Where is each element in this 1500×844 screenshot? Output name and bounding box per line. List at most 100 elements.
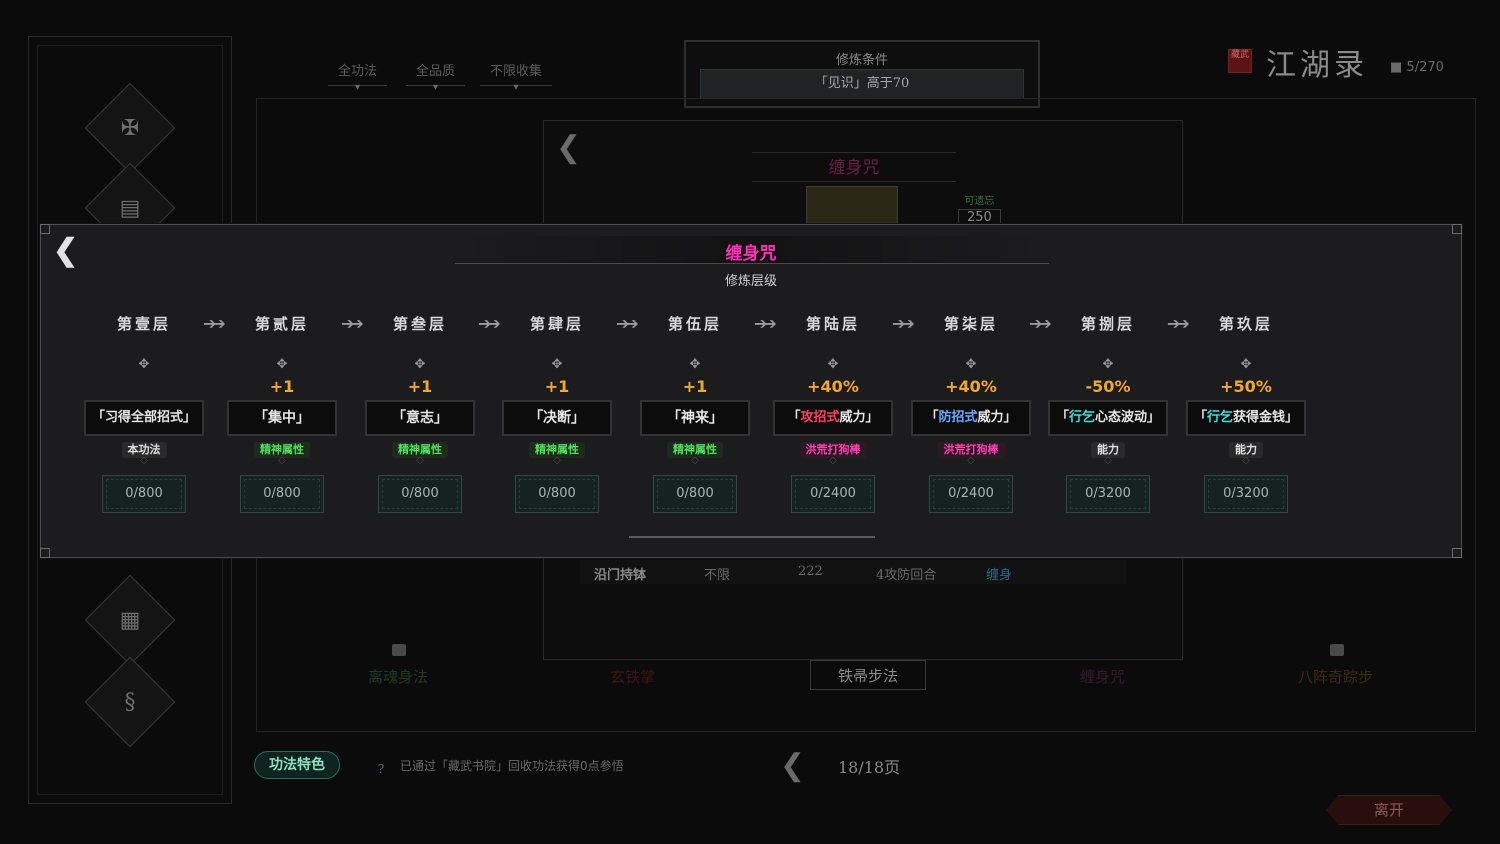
layer-effect[interactable]: 「行乞心态波动」 <box>1048 400 1168 436</box>
page-title: 江湖录 <box>1266 48 1368 83</box>
gem-icon: ✥ <box>965 357 977 372</box>
layer-name: 第捌层 <box>1048 313 1168 334</box>
filter-technique[interactable]: 全功法 <box>328 60 388 86</box>
filter-quality[interactable]: 全品质 <box>406 60 466 86</box>
gem-icon: ✥ <box>827 357 839 372</box>
diamond-icon: ◇ <box>278 455 286 466</box>
diamond-icon: ◇ <box>140 455 148 466</box>
layer-column: 第叁层 ✥ +1 「意志」 精神属性 ◇ 0/800 <box>360 297 480 517</box>
double-arrow-icon: ➔➔ <box>203 314 226 333</box>
book-tab-2[interactable]: 铁帚步法 <box>810 660 926 690</box>
gem-icon: ✥ <box>551 357 563 372</box>
double-arrow-icon: ➔➔ <box>1029 314 1052 333</box>
layer-effect[interactable]: 「习得全部招式」 <box>84 400 204 436</box>
gem-icon: ✥ <box>1102 357 1114 372</box>
layer-bonus: +40% <box>807 377 859 396</box>
book-tab-0[interactable]: 离魂身法 <box>368 666 428 687</box>
layer-column: 第捌层 ✥ -50% 「行乞心态波动」 能力 ◇ 0/3200 <box>1048 297 1168 517</box>
effect-prefix: 「 <box>1055 410 1069 425</box>
filter-collection[interactable]: 不限收集 <box>480 60 553 86</box>
condition-title: 修炼条件 <box>835 53 888 68</box>
forget-label: 可遗忘 <box>964 196 995 207</box>
move-row: 沿门持钵 不限 222 4攻防回合 缠身 <box>580 560 1126 584</box>
move-cost: 222 <box>798 564 823 579</box>
layer-bonus: +1 <box>407 377 433 396</box>
move-effect: 缠身 <box>986 568 1013 583</box>
help-icon[interactable]: ? <box>372 762 390 786</box>
diamond-icon: ◇ <box>967 455 975 466</box>
leave-button[interactable]: 离开 <box>1326 795 1452 825</box>
corner-ornament <box>40 548 50 558</box>
move-duration: 4攻防回合 <box>876 568 937 583</box>
gem-icon: ✥ <box>1240 357 1252 372</box>
layer-column: 第壹层 ✥ 「习得全部招式」 本功法 ◇ 0/800 <box>84 297 204 517</box>
layer-name: 第陆层 <box>773 313 893 334</box>
page-indicator: 18/18页 <box>838 758 901 777</box>
double-arrow-icon: ➔➔ <box>754 314 777 333</box>
layer-name: 第肆层 <box>497 313 617 334</box>
lock-icon <box>1330 644 1344 656</box>
effect-suffix: 威力」 <box>839 410 879 425</box>
layer-effect[interactable]: 「防招式威力」 <box>911 400 1031 436</box>
layer-progress: 0/3200 <box>1204 475 1288 513</box>
snake-icon: § <box>124 689 136 715</box>
scroll-indicator[interactable] <box>629 536 875 538</box>
book-image <box>806 186 898 224</box>
layer-effect[interactable]: 「决断」 <box>502 400 612 436</box>
effect-keyword: 行乞 <box>1206 410 1233 425</box>
layer-progress: 0/800 <box>378 475 462 513</box>
layer-effect[interactable]: 「集中」 <box>227 400 337 436</box>
layer-progress: 0/2400 <box>791 475 875 513</box>
effect-prefix: 「 <box>1193 410 1207 425</box>
move-limit: 不限 <box>704 568 731 583</box>
corner-ornament <box>40 224 50 234</box>
effect-suffix: 心态波动」 <box>1095 410 1161 425</box>
layer-bonus: +1 <box>682 377 708 396</box>
condition-value: 「见识」高于70 <box>700 69 1024 99</box>
gem-icon: ✥ <box>689 357 701 372</box>
layer-effect[interactable]: 「意志」 <box>365 400 475 436</box>
layer-column: 第柒层 ✥ +40% 「防招式威力」 洪荒打狗棒 ◇ 0/2400 <box>911 297 1031 517</box>
double-arrow-icon: ➔➔ <box>1167 314 1190 333</box>
seal-icon: 藏武 <box>1228 49 1252 73</box>
training-levels-modal: ❮ 缠身咒 修炼层级 第壹层 ✥ 「习得全部招式」 本功法 ◇ 0/800 ➔➔ 第贰层 ✥ +1… <box>40 224 1462 558</box>
effect-suffix: 威力」 <box>977 410 1017 425</box>
double-arrow-icon: ➔➔ <box>341 314 364 333</box>
diamond-icon: ◇ <box>829 455 837 466</box>
layer-column: 第陆层 ✥ +40% 「攻招式威力」 洪荒打狗棒 ◇ 0/2400 <box>773 297 893 517</box>
collection-count: ■ 5/270 <box>1390 60 1444 75</box>
collection-count-value: 5/270 <box>1406 60 1444 75</box>
diamond-icon: ◇ <box>1242 455 1250 466</box>
beast-icon: ✠ <box>120 115 140 141</box>
layer-bonus: +1 <box>269 377 295 396</box>
effect-keyword: 攻招式 <box>800 410 840 425</box>
layer-bonus: +1 <box>544 377 570 396</box>
double-arrow-icon: ➔➔ <box>478 314 501 333</box>
layer-name: 第叁层 <box>360 313 480 334</box>
layer-name: 第玖层 <box>1186 313 1306 334</box>
move-name: 沿门持钵 <box>594 568 647 583</box>
prev-page-icon[interactable]: ❮ <box>780 748 805 783</box>
book-tab-1[interactable]: 玄铁掌 <box>610 666 655 687</box>
effect-prefix: 「 <box>925 410 939 425</box>
layer-name: 第壹层 <box>84 313 204 334</box>
back-arrow-icon[interactable]: ❮ <box>556 130 581 165</box>
layer-effect[interactable]: 「行乞获得金钱」 <box>1186 400 1306 436</box>
feature-button[interactable]: 功法特色 <box>254 751 340 779</box>
layer-column: 第贰层 ✥ +1 「集中」 精神属性 ◇ 0/800 <box>222 297 342 517</box>
diamond-icon: ◇ <box>416 455 424 466</box>
layer-name: 第柒层 <box>911 313 1031 334</box>
layer-column: 第肆层 ✥ +1 「决断」 精神属性 ◇ 0/800 <box>497 297 617 517</box>
effect-suffix: 获得金钱」 <box>1233 410 1299 425</box>
lock-icon: ■ <box>1390 60 1407 75</box>
layer-name: 第贰层 <box>222 313 342 334</box>
layer-bonus: +40% <box>945 377 997 396</box>
layer-progress: 0/800 <box>653 475 737 513</box>
scroll-icon: ▦ <box>119 607 141 633</box>
book-tab-4[interactable]: 八阵奇踪步 <box>1298 666 1373 687</box>
book-tab-3[interactable]: 缠身咒 <box>1080 666 1125 687</box>
layer-column: 第伍层 ✥ +1 「神来」 精神属性 ◇ 0/800 <box>635 297 755 517</box>
layer-effect[interactable]: 「攻招式威力」 <box>773 400 893 436</box>
layer-effect[interactable]: 「神来」 <box>640 400 750 436</box>
effect-prefix: 「 <box>787 410 801 425</box>
